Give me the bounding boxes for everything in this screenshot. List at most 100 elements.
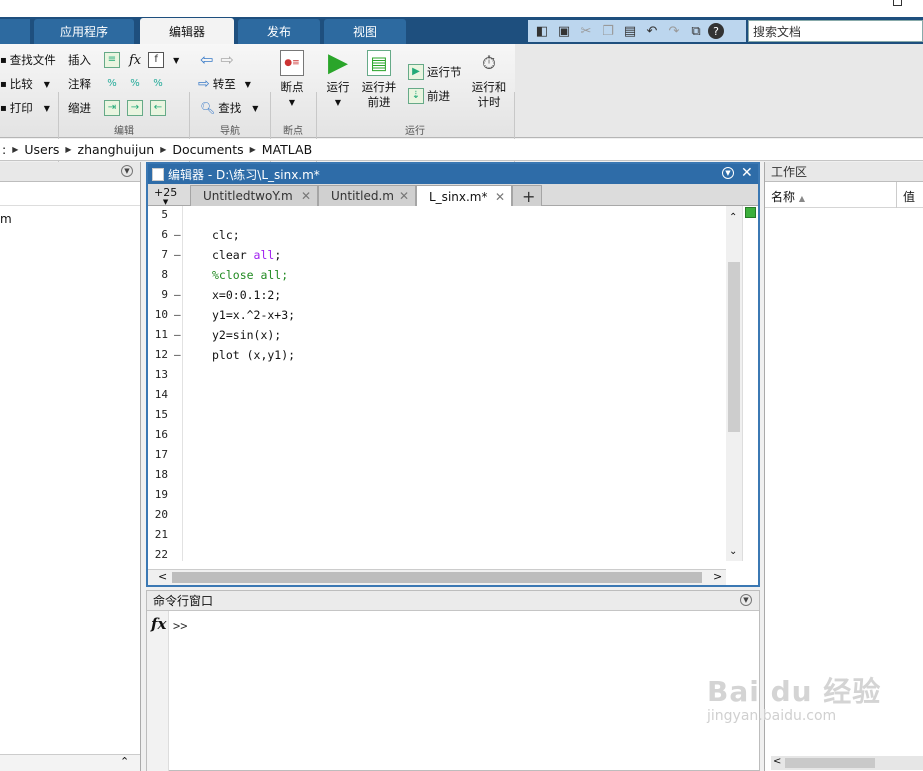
find-button[interactable]: 🔍︎ 查找 ▼ xyxy=(200,100,258,116)
group-label-run: 运行 xyxy=(405,126,425,137)
indent-label: 缩进 xyxy=(68,101,91,115)
code-analyzer-status-icon[interactable] xyxy=(745,207,756,218)
close-tab-icon[interactable]: ✕ xyxy=(399,189,409,203)
new-script-icon[interactable]: ◧ xyxy=(532,22,552,40)
workspace-hscrollbar[interactable]: < xyxy=(771,756,923,770)
code-area[interactable]: 5 6–7–8 9–10–11–12–13 14 15 16 17 18 19 20 21 22 cl… xyxy=(148,206,726,561)
function-browser-icon: f xyxy=(148,52,165,68)
scroll-thumb[interactable] xyxy=(728,262,740,432)
editor-menu-icon[interactable]: ▼ xyxy=(722,167,734,179)
close-tab-icon[interactable]: ✕ xyxy=(301,189,311,203)
close-icon[interactable]: ✕ xyxy=(741,165,753,181)
breadcrumb-documents[interactable]: Documents xyxy=(172,142,243,157)
command-prompt[interactable]: >> xyxy=(173,619,187,633)
tab-view[interactable]: 视图 xyxy=(324,19,406,44)
cut-icon[interactable]: ✂ xyxy=(576,22,596,40)
tab-apps[interactable]: 应用程序 xyxy=(34,19,134,44)
hscroll-thumb[interactable] xyxy=(172,572,702,583)
scroll-left-icon[interactable]: < xyxy=(773,756,781,767)
vertical-scrollbar[interactable]: ⌃ ⌄ xyxy=(726,206,742,561)
run-and-advance-button[interactable]: ▤ 运行并 前进 xyxy=(360,50,398,110)
save-icon[interactable]: ▣ xyxy=(554,22,574,40)
executable-line-marker[interactable]: – xyxy=(174,248,181,261)
indent-button[interactable]: 缩进 ⇥ → ← xyxy=(68,100,166,116)
code-line[interactable]: clear all; xyxy=(212,248,281,262)
panel-menu-icon[interactable]: ▼ xyxy=(121,165,133,177)
print-button[interactable]: ▪ 打印 ▼ xyxy=(0,100,50,116)
breadcrumb-users[interactable]: Users xyxy=(24,142,59,157)
breakpoints-button[interactable]: ●≡ 断点 ▼ xyxy=(276,50,308,110)
executable-line-marker[interactable]: – xyxy=(174,348,181,361)
horizontal-scrollbar[interactable]: < > xyxy=(148,569,726,585)
print-icon: ▪ xyxy=(0,102,7,114)
code-token: clc; xyxy=(212,228,240,242)
tab-home-fragment[interactable] xyxy=(0,19,30,44)
details-bar[interactable]: ⌃ xyxy=(0,754,140,771)
compare-icon: ▪ xyxy=(0,78,7,90)
run-and-advance-label-line2: 前进 xyxy=(367,95,391,109)
code-line[interactable]: y2=sin(x); xyxy=(212,328,281,342)
tab-untitled[interactable]: Untitled.m ✕ xyxy=(318,185,416,206)
column-name[interactable]: 名称 ▲ xyxy=(771,188,805,205)
switch-windows-icon[interactable]: ⧉ xyxy=(686,22,706,40)
line-number: 5 xyxy=(161,208,168,221)
column-value[interactable]: 值 xyxy=(903,188,915,205)
forward-arrow-icon[interactable]: ⇨ xyxy=(220,50,233,69)
advance-button[interactable]: ⇣ 前进 xyxy=(408,88,450,104)
run-and-time-label-line1: 运行和 xyxy=(471,80,507,94)
breadcrumb-user[interactable]: zhanghuijun xyxy=(78,142,155,157)
run-section-button[interactable]: ▶ 运行节 xyxy=(408,64,462,80)
back-forward-buttons[interactable]: ⇦ ⇨ xyxy=(200,50,234,69)
command-window-menu-icon[interactable]: ▼ xyxy=(740,594,752,606)
undo-icon[interactable]: ↶ xyxy=(642,22,662,40)
code-line[interactable]: y1=x.^2-x+3; xyxy=(212,308,295,322)
maximize-icon[interactable] xyxy=(893,0,902,6)
hscroll-thumb[interactable] xyxy=(785,758,875,768)
back-arrow-icon[interactable]: ⇦ xyxy=(200,50,213,69)
tab-publish[interactable]: 发布 xyxy=(238,19,320,44)
search-documentation-input[interactable]: 搜索文档 xyxy=(748,20,923,42)
compare-button[interactable]: ▪ 比较 ▼ xyxy=(0,76,50,92)
code-line[interactable]: clc; xyxy=(212,228,240,242)
executable-line-marker[interactable]: – xyxy=(174,308,181,321)
find-file-button[interactable]: ▪ 查找文件 xyxy=(0,52,56,68)
redo-icon[interactable]: ↷ xyxy=(664,22,684,40)
comment-button[interactable]: 注释%%% xyxy=(68,76,166,92)
goto-button[interactable]: ⇨ 转至 ▼ xyxy=(198,76,251,92)
file-list-item[interactable]: m xyxy=(0,206,140,226)
code-line[interactable]: plot (x,y1); xyxy=(212,348,295,362)
tab-untitledtwoy[interactable]: UntitledtwoY.m ✕ xyxy=(190,185,318,206)
current-folder-bar[interactable]: : ▶ Users ▶ zhanghuijun ▶ Documents ▶ MA… xyxy=(0,139,923,161)
scroll-left-icon[interactable]: < xyxy=(158,570,167,583)
editor-title: 编辑器 - D:\练习\L_sinx.m* xyxy=(168,167,320,182)
scroll-down-icon[interactable]: ⌄ xyxy=(729,546,737,557)
breadcrumb-matlab[interactable]: MATLAB xyxy=(262,142,312,157)
compare-label: 比较 xyxy=(9,77,33,91)
goto-label: 转至 xyxy=(212,77,236,91)
code-token: y1=x.^2-x+3; xyxy=(212,308,296,322)
help-icon[interactable]: ? xyxy=(708,23,724,39)
run-button[interactable]: ▶ 运行 ▼ xyxy=(322,50,354,110)
hidden-tabs-button[interactable]: +25 ▼ xyxy=(154,186,177,206)
wrap-comments-icon: % xyxy=(153,78,163,89)
code-line[interactable]: %close all; xyxy=(212,268,288,282)
chevron-up-icon[interactable]: ⌃ xyxy=(120,755,129,768)
run-and-advance-label-line1: 运行并 xyxy=(361,80,397,94)
scroll-up-icon[interactable]: ⌃ xyxy=(729,212,737,223)
copy-icon[interactable]: ❐ xyxy=(598,22,618,40)
code-line[interactable]: x=0:0.1:2; xyxy=(212,288,281,302)
close-tab-icon[interactable]: ✕ xyxy=(495,190,505,204)
print-label: 打印 xyxy=(9,101,33,115)
executable-line-marker[interactable]: – xyxy=(174,228,181,241)
run-and-time-button[interactable]: ⏱ 运行和 计时 xyxy=(470,50,508,110)
fx-icon[interactable]: fx xyxy=(151,615,166,633)
column-divider xyxy=(896,182,897,208)
scroll-right-icon[interactable]: > xyxy=(713,570,722,583)
tab-l-sinx[interactable]: L_sinx.m* ✕ xyxy=(416,185,512,207)
executable-line-marker[interactable]: – xyxy=(174,288,181,301)
tab-editor[interactable]: 编辑器 xyxy=(140,18,234,45)
executable-line-marker[interactable]: – xyxy=(174,328,181,341)
add-tab-button[interactable]: + xyxy=(512,185,542,206)
insert-button[interactable]: 插入 ≡ fx f ▼ xyxy=(68,52,179,68)
paste-icon[interactable]: ▤ xyxy=(620,22,640,40)
